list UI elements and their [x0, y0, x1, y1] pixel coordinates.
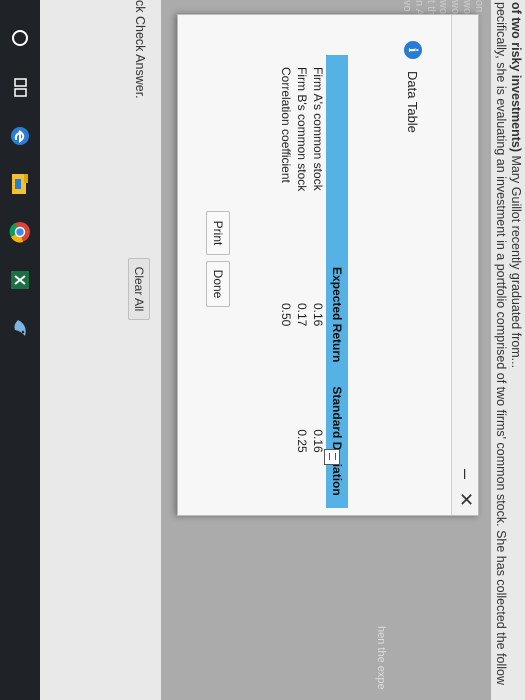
minimize-button[interactable]: –	[455, 469, 476, 479]
table-row: Firm B's common stock 0.17 0.25	[294, 55, 310, 508]
background-line-1-bold: of two risky investments)	[509, 2, 523, 153]
file-explorer-icon[interactable]	[6, 170, 34, 198]
table-row: Correlation coefficient 0.50	[278, 55, 294, 508]
std-dev-cell	[278, 374, 294, 507]
chrome-icon[interactable]	[6, 218, 34, 246]
data-table-dialog: – ✕ i Data Table Expected Return Standar…	[177, 14, 479, 516]
dialog-title: Data Table	[405, 71, 421, 133]
taskbar	[0, 0, 40, 700]
expected-return-cell: 0.16	[311, 303, 325, 327]
close-icon[interactable]: ✕	[455, 492, 476, 507]
dialog-header: – ✕	[451, 15, 478, 515]
search-circle-icon[interactable]	[6, 24, 34, 52]
table-header-cell	[326, 55, 348, 255]
data-table: Expected Return Standard Deviation Firm …	[278, 55, 348, 508]
laptop-screen: of two risky investments) Mary Guillot r…	[0, 0, 525, 700]
row-label: Correlation coefficient	[279, 67, 293, 183]
background-line-2: pecifically, she is evaluating an invest…	[494, 2, 508, 686]
expected-return-cell: 0.17	[295, 303, 309, 327]
dialog-title-row: i Data Table	[404, 41, 422, 133]
bird-app-icon[interactable]	[6, 314, 34, 342]
done-button[interactable]: Done	[206, 261, 230, 307]
row-label: Firm A's common stock	[311, 67, 325, 191]
check-answer-text: ck Check Answer.	[133, 0, 147, 99]
clear-all-button[interactable]: Clear All	[128, 258, 150, 320]
std-dev-cell: 0.25	[295, 429, 309, 453]
std-dev-cell: 0.16	[311, 429, 325, 453]
table-header-expected-return: Expected Return	[326, 255, 348, 375]
excel-icon[interactable]	[6, 266, 34, 294]
row-label: Firm B's common stock	[295, 67, 309, 192]
print-button[interactable]: Print	[206, 211, 230, 255]
table-header-standard-deviation: Standard Deviation	[326, 374, 348, 508]
task-view-icon[interactable]	[6, 74, 34, 102]
copy-icon[interactable]	[324, 449, 340, 465]
info-icon: i	[404, 41, 422, 59]
table-header-row: Expected Return Standard Deviation	[326, 55, 348, 508]
background-line-1-rest: Mary Guillot recently graduated from...	[509, 152, 523, 369]
table-row: Firm A's common stock 0.16 0.16	[310, 55, 326, 508]
right-fragment: hen the expe	[375, 626, 387, 690]
background-line-1: of two risky investments) Mary Guillot r…	[509, 2, 523, 368]
edge-icon[interactable]	[6, 122, 34, 150]
expected-return-cell: 0.50	[279, 303, 293, 327]
photo-frame: of two risky investments) Mary Guillot r…	[0, 0, 525, 700]
